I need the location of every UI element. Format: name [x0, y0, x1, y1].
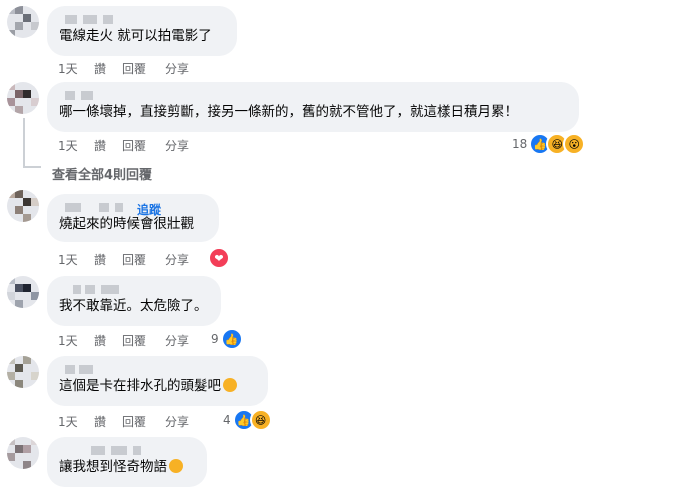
- reaction-count: 9: [211, 332, 219, 346]
- comment-bubble: 電線走火 就可以拍電影了: [47, 6, 237, 56]
- commenter-name[interactable]: [59, 363, 256, 377]
- reaction-summary[interactable]: 18 👍 😆 😮: [512, 133, 586, 155]
- share-button[interactable]: 分享: [165, 251, 189, 268]
- like-button[interactable]: 讚: [94, 60, 106, 77]
- share-button[interactable]: 分享: [165, 137, 189, 154]
- reaction-summary[interactable]: 4 👍 😆: [223, 409, 272, 431]
- share-button[interactable]: 分享: [165, 60, 189, 77]
- reply-button[interactable]: 回覆: [122, 251, 146, 268]
- reply-button[interactable]: 回覆: [122, 332, 146, 349]
- avatar[interactable]: [7, 82, 39, 114]
- commenter-name[interactable]: [59, 201, 207, 215]
- wow-icon: 😮: [563, 133, 586, 155]
- laughing-emoji-icon: [169, 459, 183, 473]
- comment-bubble: 讓我想到怪奇物語: [47, 437, 207, 487]
- avatar[interactable]: [7, 190, 39, 222]
- commenter-name[interactable]: [59, 89, 567, 103]
- comment-bubble: 這個是卡在排水孔的頭髮吧: [47, 356, 268, 406]
- timestamp[interactable]: 1天: [58, 60, 78, 77]
- thread-line: [23, 118, 25, 166]
- avatar[interactable]: [7, 6, 39, 38]
- comment-text: 讓我想到怪奇物語: [59, 458, 195, 476]
- comment-text: 哪一條壞掉，直接剪斷，接另一條新的，舊的就不管他了，就這樣日積月累！: [59, 104, 518, 120]
- comment-actions: 1天 讚 回覆 分享: [58, 137, 258, 153]
- like-button[interactable]: 讚: [94, 413, 106, 430]
- commenter-name[interactable]: [59, 283, 209, 297]
- reply-button[interactable]: 回覆: [122, 137, 146, 154]
- thread-line-elbow: [23, 166, 41, 168]
- like-button[interactable]: 讚: [94, 137, 106, 154]
- commenter-name[interactable]: [59, 444, 195, 458]
- comment-text: 這個是卡在排水孔的頭髮吧: [59, 377, 256, 395]
- comment-text-content: 讓我想到怪奇物語: [59, 459, 167, 475]
- timestamp[interactable]: 1天: [58, 413, 78, 430]
- comment-bubble: 哪一條壞掉，直接剪斷，接另一條新的，舊的就不管他了，就這樣日積月累！: [47, 82, 579, 132]
- comment-bubble: 我不敢靠近。太危險了。: [47, 276, 221, 326]
- comment-text: 我不敢靠近。太危險了。: [59, 298, 208, 314]
- love-icon: ❤: [208, 247, 230, 269]
- avatar[interactable]: [7, 276, 39, 308]
- commenter-name[interactable]: [59, 13, 225, 27]
- reaction-summary[interactable]: ❤: [208, 247, 230, 269]
- comment-actions: 1天 讚 回覆 分享: [58, 60, 258, 76]
- haha-icon: 😆: [249, 409, 272, 431]
- comment-text-content: 這個是卡在排水孔的頭髮吧: [59, 378, 221, 394]
- reaction-count: 18: [512, 137, 528, 151]
- like-button[interactable]: 讚: [94, 251, 106, 268]
- comment-text: 燒起來的時候會很壯觀: [59, 216, 194, 232]
- reaction-count: 4: [223, 413, 231, 427]
- laughing-emoji-icon: [223, 378, 237, 392]
- avatar[interactable]: [7, 356, 39, 388]
- like-icon: 👍: [220, 328, 243, 350]
- share-button[interactable]: 分享: [165, 332, 189, 349]
- like-button[interactable]: 讚: [94, 332, 106, 349]
- reply-button[interactable]: 回覆: [122, 60, 146, 77]
- reply-button[interactable]: 回覆: [122, 413, 146, 430]
- timestamp[interactable]: 1天: [58, 137, 78, 154]
- reaction-summary[interactable]: 9 👍: [211, 328, 243, 350]
- timestamp[interactable]: 1天: [58, 251, 78, 268]
- timestamp[interactable]: 1天: [58, 332, 78, 349]
- share-button[interactable]: 分享: [165, 413, 189, 430]
- follow-button[interactable]: 追蹤: [137, 201, 161, 218]
- comment-text: 電線走火 就可以拍電影了: [59, 28, 212, 44]
- view-all-replies-link[interactable]: 查看全部4則回覆: [52, 164, 152, 183]
- comment-bubble: 追蹤 燒起來的時候會很壯觀: [47, 194, 219, 242]
- avatar[interactable]: [7, 437, 39, 469]
